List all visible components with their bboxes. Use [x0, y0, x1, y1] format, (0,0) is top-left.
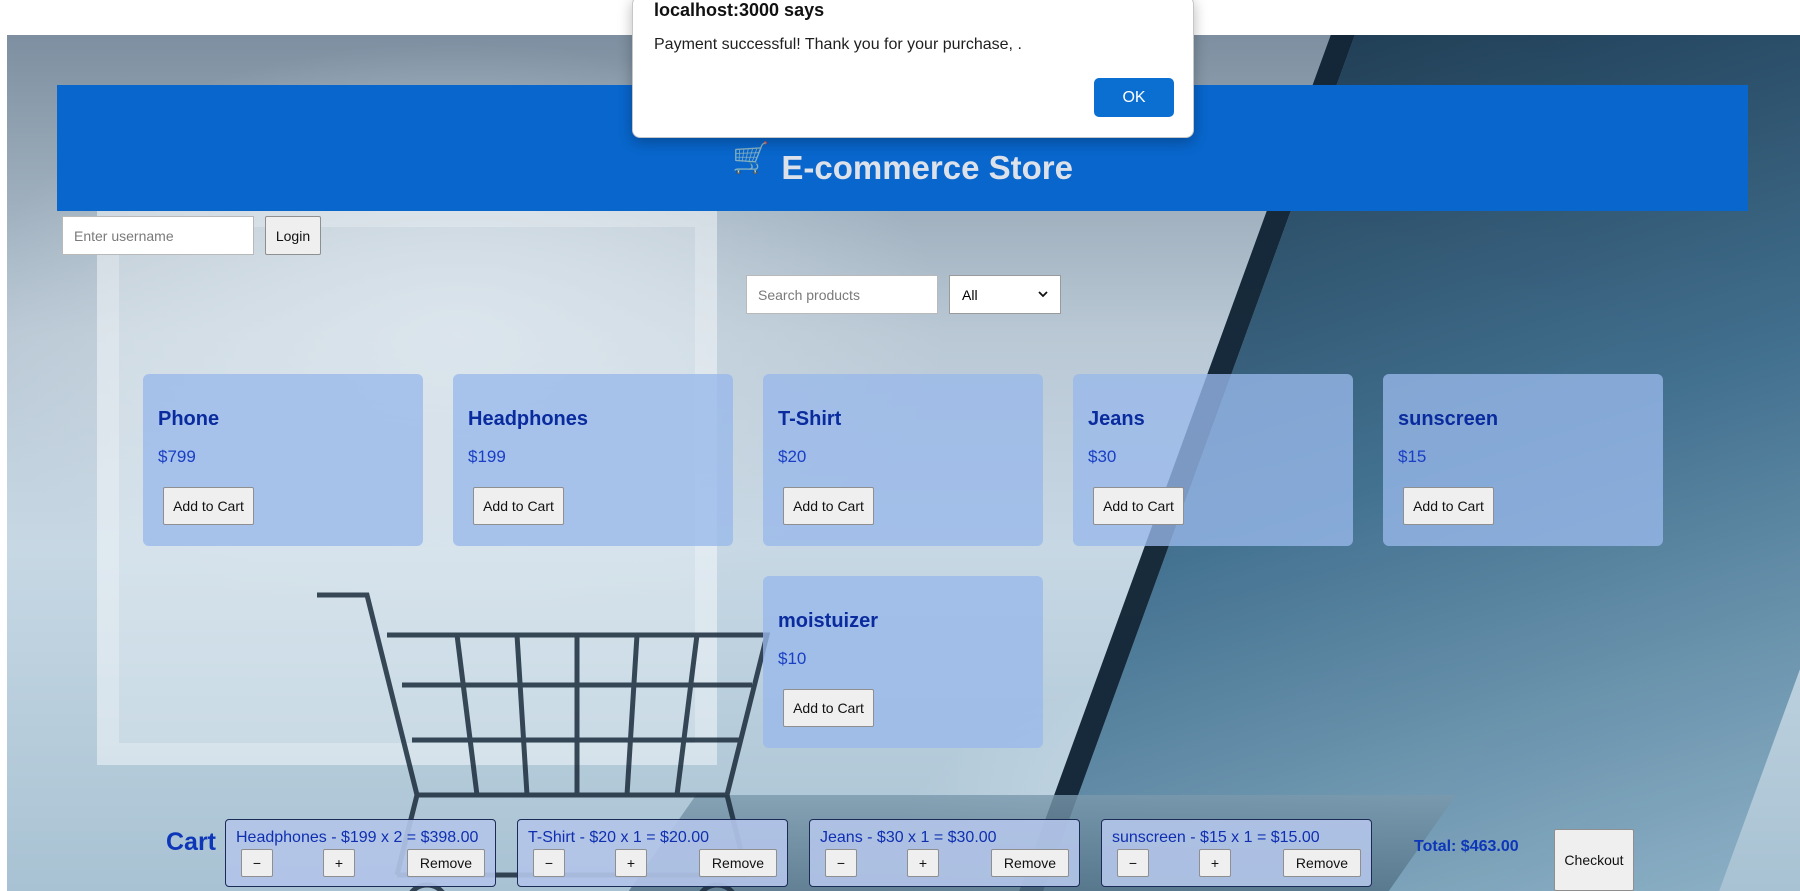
cart-item: T-Shirt - $20 x 1 = $20.00 − + Remove — [517, 819, 788, 887]
increase-quantity-button[interactable]: + — [323, 849, 355, 877]
add-to-cart-button[interactable]: Add to Cart — [1403, 487, 1494, 525]
product-card: T-Shirt $20 Add to Cart — [763, 374, 1043, 546]
alert-dialog-message: Payment successful! Thank you for your p… — [654, 36, 1022, 53]
alert-dialog-title: localhost:3000 says — [654, 0, 825, 20]
product-card: Jeans $30 Add to Cart — [1073, 374, 1353, 546]
product-price: $15 — [1398, 447, 1427, 466]
remove-item-button[interactable]: Remove — [1283, 849, 1361, 877]
product-price: $199 — [468, 447, 506, 466]
product-name: Phone — [158, 408, 220, 430]
product-name: T-Shirt — [778, 408, 842, 430]
increase-quantity-button[interactable]: + — [1199, 849, 1231, 877]
cart-item-summary: Jeans - $30 x 1 = $30.00 — [820, 829, 997, 846]
remove-item-button[interactable]: Remove — [407, 849, 485, 877]
decrease-quantity-button[interactable]: − — [533, 849, 565, 877]
product-price: $30 — [1088, 447, 1117, 466]
remove-item-button[interactable]: Remove — [699, 849, 777, 877]
category-select-value: All — [962, 286, 978, 303]
ok-button[interactable]: OK — [1094, 78, 1174, 117]
add-to-cart-button[interactable]: Add to Cart — [163, 487, 254, 525]
product-price: $799 — [158, 447, 196, 466]
store-title: E-commerce Store — [781, 149, 1073, 186]
alert-dialog: localhost:3000 says Payment successful! … — [632, 0, 1194, 138]
cart-item-summary: sunscreen - $15 x 1 = $15.00 — [1112, 829, 1320, 846]
add-to-cart-button[interactable]: Add to Cart — [783, 487, 874, 525]
increase-quantity-button[interactable]: + — [615, 849, 647, 877]
decrease-quantity-button[interactable]: − — [825, 849, 857, 877]
login-button[interactable]: Login — [265, 216, 321, 255]
cart-item-summary: T-Shirt - $20 x 1 = $20.00 — [528, 829, 709, 846]
product-card: Phone $799 Add to Cart — [143, 374, 423, 546]
add-to-cart-button[interactable]: Add to Cart — [1093, 487, 1184, 525]
product-card: moistuizer $10 Add to Cart — [763, 576, 1043, 748]
product-name: Headphones — [468, 408, 589, 430]
product-name: Jeans — [1088, 408, 1145, 430]
product-price: $10 — [778, 649, 807, 668]
cart-item: Jeans - $30 x 1 = $30.00 − + Remove — [809, 819, 1080, 887]
decrease-quantity-button[interactable]: − — [1117, 849, 1149, 877]
search-bar: All — [746, 275, 1061, 314]
username-input[interactable] — [62, 216, 254, 255]
product-card: Headphones $199 Add to Cart — [453, 374, 733, 546]
product-name: sunscreen — [1398, 408, 1499, 430]
search-input[interactable] — [746, 275, 938, 314]
product-price: $20 — [778, 447, 807, 466]
cart-total: Total: $463.00 — [1414, 838, 1519, 855]
product-name: moistuizer — [778, 610, 879, 632]
cart-item: Headphones - $199 x 2 = $398.00 − + Remo… — [225, 819, 496, 887]
remove-item-button[interactable]: Remove — [991, 849, 1069, 877]
add-to-cart-button[interactable]: Add to Cart — [783, 689, 874, 727]
add-to-cart-button[interactable]: Add to Cart — [473, 487, 564, 525]
product-card: sunscreen $15 Add to Cart — [1383, 374, 1663, 546]
decrease-quantity-button[interactable]: − — [241, 849, 273, 877]
checkout-button[interactable]: Checkout — [1554, 829, 1634, 891]
cart-item-summary: Headphones - $199 x 2 = $398.00 — [236, 829, 479, 846]
shopping-cart-icon: 🛒 — [732, 141, 770, 175]
increase-quantity-button[interactable]: + — [907, 849, 939, 877]
chevron-down-icon — [1038, 291, 1048, 298]
cart-title: Cart — [166, 828, 217, 856]
login-form: Login — [62, 216, 321, 255]
cart-item: sunscreen - $15 x 1 = $15.00 − + Remove — [1101, 819, 1372, 887]
category-select[interactable]: All — [949, 275, 1061, 314]
